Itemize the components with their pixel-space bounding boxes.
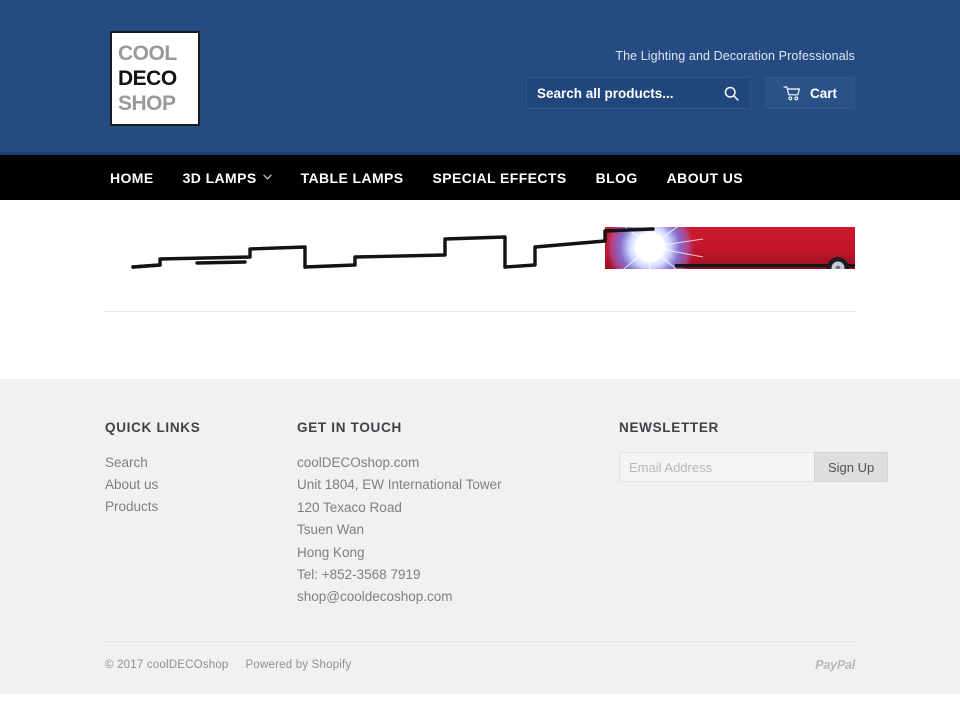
- nav-label-special-effects: SPECIAL EFFECTS: [432, 169, 567, 186]
- footer-columns: QUICK LINKS Search About us Products GET…: [105, 420, 889, 609]
- search-form[interactable]: [525, 77, 751, 109]
- logo-line-deco: DECO: [118, 67, 177, 90]
- newsletter-email-input[interactable]: [619, 452, 814, 482]
- footer-column-newsletter: NEWSLETTER Sign Up: [619, 420, 889, 609]
- nav-label-blog: BLOG: [595, 169, 638, 186]
- page-root: COOL DECO SHOP The Lighting and Decorati…: [0, 0, 960, 720]
- page-bottom-whitespace: [0, 693, 960, 720]
- footer-link-about-us[interactable]: About us: [105, 474, 297, 496]
- cart-label: Cart: [809, 85, 837, 101]
- nav-item-about-us[interactable]: ABOUT US: [667, 170, 743, 186]
- contact-telephone: Tel: +852-3568 7919: [297, 567, 421, 583]
- nav-label-3d-lamps: 3D LAMPS: [182, 169, 257, 186]
- footer-column-quick-links: QUICK LINKS Search About us Products: [105, 420, 297, 609]
- contact-address-line-2: 120 Texaco Road: [297, 499, 402, 515]
- newsletter-form[interactable]: Sign Up: [619, 452, 889, 482]
- contact-address-line-3: Tsuen Wan: [297, 522, 365, 538]
- cart-button[interactable]: Cart: [764, 77, 855, 109]
- footer-link-search[interactable]: Search: [105, 452, 297, 474]
- footer-bottom-bar: © 2017 coolDECOshop Powered by Shopify P…: [105, 642, 855, 672]
- nav-inner: HOME 3D LAMPS TABLE LAMPS SPECIAL EFFECT…: [105, 155, 855, 200]
- nav-label-table-lamps: TABLE LAMPS: [300, 169, 404, 186]
- site-tagline: The Lighting and Decoration Professional…: [615, 49, 855, 63]
- nav-item-table-lamps[interactable]: TABLE LAMPS: [301, 170, 404, 186]
- footer-column-get-in-touch: GET IN TOUCH coolDECOshop.com Unit 1804,…: [297, 420, 619, 609]
- main-navigation: HOME 3D LAMPS TABLE LAMPS SPECIAL EFFECT…: [0, 155, 960, 200]
- quick-links-title: QUICK LINKS: [105, 420, 201, 435]
- search-icon: [725, 86, 740, 101]
- contact-website: coolDECOshop.com: [297, 455, 420, 470]
- header-divider: [0, 152, 960, 155]
- newsletter-signup-button[interactable]: Sign Up: [814, 452, 889, 482]
- shopping-cart-icon: [783, 85, 801, 100]
- chevron-down-icon: [262, 173, 272, 183]
- search-submit-button[interactable]: [720, 81, 744, 105]
- contact-address-line-1: Unit 1804, EW International Tower: [297, 477, 502, 493]
- nav-item-home[interactable]: HOME: [110, 170, 154, 186]
- nav-label-about-us: ABOUT US: [666, 169, 743, 186]
- newsletter-title: NEWSLETTER: [619, 420, 719, 435]
- nav-item-3d-lamps[interactable]: 3D LAMPS: [183, 170, 272, 186]
- banner-wrapper: [105, 200, 855, 279]
- site-logo[interactable]: COOL DECO SHOP: [110, 31, 200, 126]
- nav-item-blog[interactable]: BLOG: [596, 170, 638, 186]
- paypal-icon: PayPal: [815, 657, 855, 672]
- header-actions: Cart: [525, 77, 855, 109]
- logo-line-shop: SHOP: [118, 92, 176, 115]
- main-content: [0, 200, 960, 379]
- nav-label-home: HOME: [110, 169, 154, 186]
- get-in-touch-title: GET IN TOUCH: [297, 420, 402, 435]
- contact-address-line-4: Hong Kong: [297, 544, 365, 560]
- contact-email[interactable]: shop@cooldecoshop.com: [297, 586, 619, 608]
- powered-by-shopify-link[interactable]: Powered by Shopify: [246, 659, 352, 671]
- logo-line-cool: COOL: [118, 42, 177, 65]
- car-illustration: [105, 217, 855, 279]
- site-footer: QUICK LINKS Search About us Products GET…: [0, 379, 960, 694]
- nav-item-special-effects[interactable]: SPECIAL EFFECTS: [433, 170, 567, 186]
- copyright-text: © 2017 coolDECOshop: [105, 658, 229, 671]
- footer-inner: QUICK LINKS Search About us Products GET…: [105, 420, 889, 609]
- header-inner: COOL DECO SHOP The Lighting and Decorati…: [105, 0, 855, 155]
- footer-link-products[interactable]: Products: [105, 496, 297, 518]
- hero-banner-image[interactable]: [105, 217, 855, 279]
- search-input[interactable]: [536, 85, 720, 101]
- site-header: COOL DECO SHOP The Lighting and Decorati…: [0, 0, 960, 155]
